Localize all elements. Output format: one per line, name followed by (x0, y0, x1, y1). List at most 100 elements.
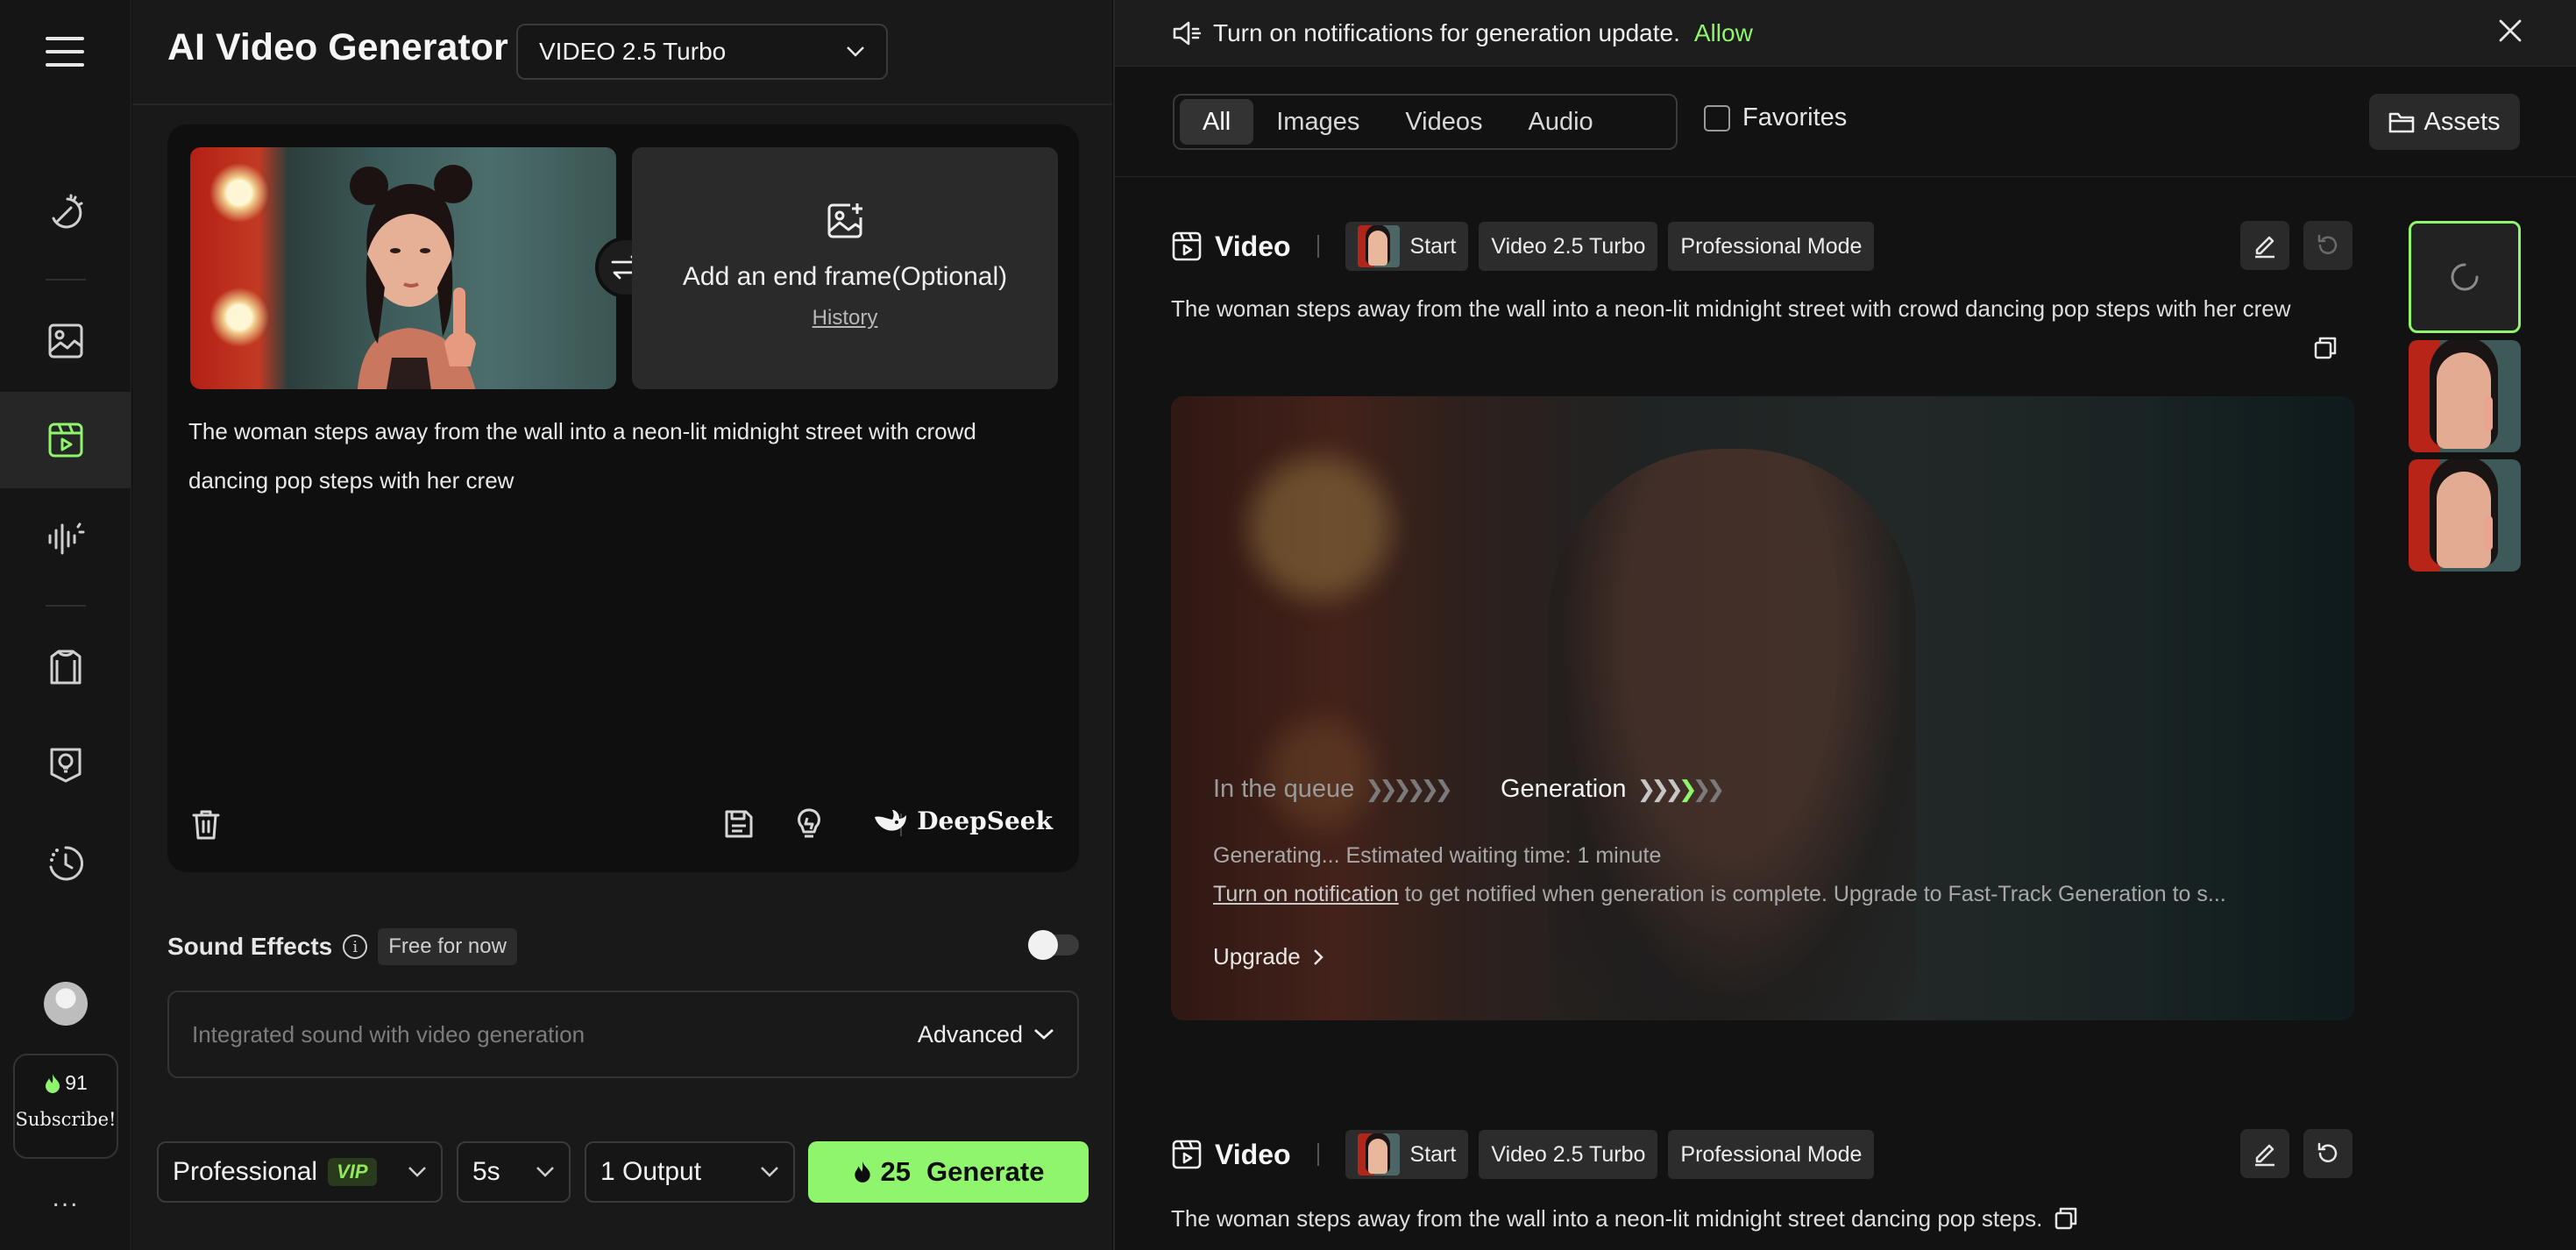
start-frame-thumbnail (1357, 1133, 1400, 1175)
thumbnail-loading[interactable] (2409, 221, 2521, 333)
tab-videos[interactable]: Videos (1382, 99, 1505, 145)
turn-on-notification-link[interactable]: Turn on notification (1213, 882, 1399, 906)
chip-mode: Professional Mode (1668, 222, 1875, 271)
sound-effects-row: Sound Effects i Free for now (167, 927, 1079, 966)
clear-prompt-button[interactable] (188, 806, 224, 846)
chip-mode: Professional Mode (1668, 1130, 1875, 1179)
subscribe-link[interactable]: Subscribe! (15, 1109, 117, 1130)
upgrade-link[interactable]: Upgrade (1213, 943, 1323, 970)
copy-prompt-button[interactable] (2312, 335, 2338, 366)
generation-stage: Generation ❯❯❯❯❯❯ (1501, 775, 1726, 804)
rail-history[interactable] (0, 815, 131, 912)
start-frame-thumbnail (1357, 225, 1400, 267)
duration-select[interactable]: 5s (457, 1141, 571, 1203)
advanced-dropdown[interactable]: Advanced (918, 1021, 1054, 1048)
regenerate-button[interactable] (2303, 1129, 2352, 1178)
edit-button[interactable] (2240, 221, 2289, 270)
mode-select[interactable]: Professional VIP (157, 1141, 443, 1203)
output-count-select[interactable]: 1 Output (585, 1141, 795, 1203)
flame-icon (46, 1073, 60, 1093)
pencil-icon (2255, 236, 2274, 259)
edit-button[interactable] (2240, 1129, 2289, 1178)
sound-effects-label: Sound Effects (167, 933, 333, 960)
end-frame-slot[interactable]: Add an end frame(Optional) History (632, 147, 1058, 389)
copy-icon[interactable] (2053, 1205, 2079, 1232)
assets-label: Assets (2423, 107, 2501, 136)
rail-lightbulb[interactable] (0, 717, 131, 813)
favorites-checkbox[interactable] (1704, 104, 1730, 131)
thumbnail-image[interactable] (2409, 459, 2521, 572)
deepseek-whale-icon (875, 809, 907, 831)
header-divider (1316, 1143, 1319, 1166)
upgrade-label: Upgrade (1213, 943, 1301, 969)
shirt-icon (50, 650, 82, 685)
chip-label: Start (1409, 233, 1457, 259)
output-count-value: 1 Output (600, 1157, 702, 1186)
history-link[interactable]: History (632, 306, 1058, 330)
generate-button[interactable]: 25 Generate (808, 1141, 1089, 1203)
toolbar-divider (1115, 176, 2576, 177)
rail-video[interactable] (0, 392, 131, 488)
rail-avatar-tool[interactable] (0, 619, 131, 715)
credits-box[interactable]: 91 Subscribe! (13, 1054, 118, 1159)
generation-card-header: Video Start Video 2.5 Turbo Professional… (1171, 1129, 2351, 1180)
card-kind: Video (1171, 1139, 1291, 1171)
chevron-down-icon (408, 1167, 426, 1177)
generator-panel: AI Video Generator VIDEO 2.5 Turbo Add a… (132, 0, 1112, 1250)
chip-start-frame: Start (1345, 222, 1469, 271)
video-icon (1172, 231, 1202, 261)
allow-notifications-link[interactable]: Allow (1694, 19, 1753, 47)
free-badge: Free for now (378, 928, 517, 965)
waiting-time-text: Generating... Estimated waiting time: 1 … (1213, 843, 1662, 868)
credits-count: 91 (65, 1071, 88, 1094)
left-nav-rail: 91 Subscribe! ... (0, 0, 131, 1250)
pencil-icon (2255, 1144, 2274, 1167)
flame-icon (854, 1161, 870, 1183)
tab-all[interactable]: All (1180, 99, 1254, 145)
assets-button[interactable]: Assets (2369, 94, 2520, 150)
rail-magic-wand[interactable] (0, 165, 131, 261)
rail-audio[interactable] (0, 491, 131, 587)
notify-rest-text: to get notified when generation is compl… (1398, 882, 2226, 906)
vanity-bulb (209, 288, 269, 347)
rail-images[interactable] (0, 293, 131, 389)
vanity-bulb (209, 163, 269, 223)
end-frame-label: Add an end frame(Optional) (682, 262, 1008, 291)
sound-input-placeholder: Integrated sound with video generation (192, 1020, 585, 1048)
inspiration-button[interactable] (791, 806, 827, 846)
video-icon (48, 423, 83, 458)
save-icon (725, 810, 753, 838)
favorites-filter[interactable]: Favorites (1704, 103, 1847, 132)
tab-images[interactable]: Images (1253, 99, 1382, 145)
advanced-label: Advanced (917, 1020, 1023, 1048)
deepseek-button[interactable]: DeepSeek (873, 806, 1053, 835)
menu-icon[interactable] (46, 37, 84, 67)
user-avatar[interactable] (44, 982, 88, 1026)
close-notification-button[interactable] (2497, 18, 2523, 50)
notification-text: Turn on notifications for generation upd… (1213, 18, 1680, 46)
generation-progress-chevrons: ❯❯❯❯❯❯ (1636, 776, 1726, 803)
more-options[interactable]: ... (0, 1183, 131, 1213)
sound-effects-toggle[interactable] (1028, 930, 1079, 960)
info-icon[interactable]: i (343, 934, 368, 959)
chevron-down-icon (536, 1167, 554, 1177)
model-select[interactable]: VIDEO 2.5 Turbo (516, 24, 888, 80)
start-frame-image[interactable] (190, 147, 616, 389)
asset-type-tabs: All Images Videos Audio (1173, 94, 1678, 150)
model-select-value: VIDEO 2.5 Turbo (539, 38, 727, 65)
prompt-text[interactable]: The woman steps away from the wall into … (188, 407, 1056, 505)
add-image-icon (827, 203, 862, 238)
chevron-down-icon (1034, 1028, 1054, 1040)
refresh-icon (2317, 1142, 2338, 1162)
save-prompt-button[interactable] (721, 806, 756, 846)
rail-divider (46, 605, 86, 607)
card-prompt: The woman steps away from the wall into … (1171, 295, 2291, 322)
page-title: AI Video Generator (167, 26, 508, 68)
card-prompt: The woman steps away from the wall into … (1171, 1205, 2043, 1232)
sound-description-input[interactable]: Integrated sound with video generation A… (167, 991, 1079, 1078)
tab-audio[interactable]: Audio (1506, 99, 1616, 145)
thumbnail-image[interactable] (2409, 340, 2521, 452)
history-icon (49, 846, 83, 881)
regenerate-button[interactable] (2303, 221, 2352, 270)
generation-card-header: Video Start Video 2.5 Turbo Professional… (1171, 221, 2351, 272)
